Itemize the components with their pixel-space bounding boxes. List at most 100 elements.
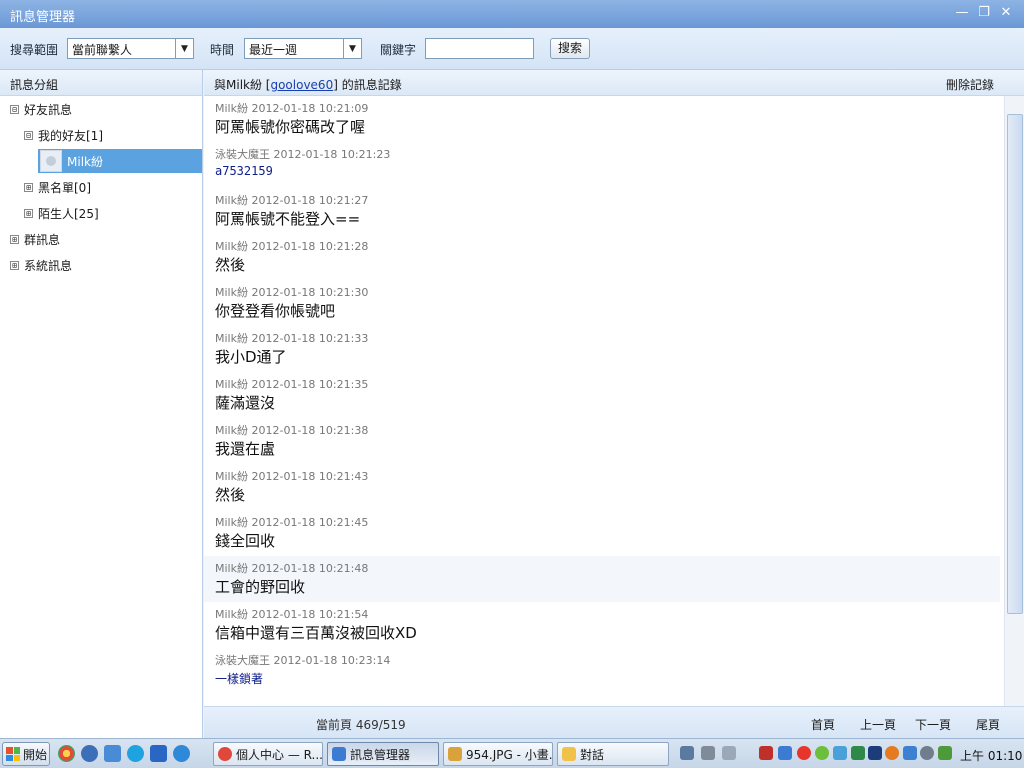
first-page-link[interactable]: 首頁	[811, 716, 835, 733]
message-list: Milk紛 2012-01-18 10:21:09 阿罵帳號你密碼改了喔 泳裝大…	[204, 96, 1004, 706]
window-controls: — ❐ ✕	[954, 5, 1014, 21]
message-meta: Milk紛 2012-01-18 10:21:45	[215, 514, 368, 530]
chrome-icon	[218, 747, 232, 761]
keyword-input[interactable]	[425, 38, 534, 59]
task-label: 對話	[580, 747, 605, 762]
message-time: 2012-01-18 10:21:09	[251, 102, 369, 115]
tray-icon[interactable]	[885, 746, 899, 760]
conversation-title-suffix: ] 的訊息記錄	[333, 78, 402, 92]
message-item: Milk紛 2012-01-18 10:21:27 阿罵帳號不能登入==	[204, 188, 1000, 234]
message-item: Milk紛 2012-01-18 10:21:54 信箱中還有三百萬沒被回收XD	[204, 602, 1000, 648]
message-sender: Milk紛	[215, 470, 248, 483]
message-text: 信箱中還有三百萬沒被回收XD	[215, 624, 417, 642]
expand-icon[interactable]: ⊞	[24, 208, 33, 218]
conversation-title-prefix: 與Milk紛 [	[214, 78, 271, 92]
message-item: Milk紛 2012-01-18 10:21:30 你登登看你帳號吧	[204, 280, 1000, 326]
time-range-select[interactable]: 最近一週 ▼	[244, 38, 362, 59]
tray-icon[interactable]	[815, 746, 829, 760]
minimize-icon[interactable]: —	[954, 5, 970, 21]
tray-icon[interactable]	[851, 746, 865, 760]
media-player-icon[interactable]	[81, 745, 98, 762]
message-time: 2012-01-18 10:23:14	[273, 654, 391, 667]
message-text: 你登登看你帳號吧	[215, 302, 336, 320]
vertical-scrollbar[interactable]	[1004, 96, 1024, 706]
task-message-manager[interactable]: 訊息管理器	[327, 742, 439, 766]
tree-node-group-messages[interactable]: ⊞ 群訊息	[10, 227, 60, 251]
message-item: 泳裝大魔王 2012-01-18 10:21:23 a7532159	[204, 142, 1000, 188]
message-sender: Milk紛	[215, 562, 248, 575]
delete-records-button[interactable]: 刪除記錄	[946, 76, 994, 93]
message-time: 2012-01-18 10:21:54	[251, 608, 369, 621]
tray-icon[interactable]	[759, 746, 773, 760]
prev-page-link[interactable]: 上一頁	[860, 716, 896, 733]
contact-id-link[interactable]: goolove60	[270, 78, 333, 92]
tree-node-my-friends[interactable]: ⊟ 我的好友[1]	[24, 123, 103, 147]
search-button[interactable]: 搜索	[550, 38, 590, 59]
message-meta: Milk紛 2012-01-18 10:21:38	[215, 422, 368, 438]
tray-icon[interactable]	[778, 746, 792, 760]
message-text: a7532159	[215, 164, 273, 178]
message-text: 然後	[215, 256, 246, 274]
chevron-down-icon[interactable]: ▼	[175, 39, 193, 58]
qq-icon[interactable]	[797, 746, 811, 760]
tray-icon[interactable]	[903, 746, 917, 760]
tree-node-contact-selected[interactable]: Milk紛	[38, 149, 202, 173]
maximize-icon[interactable]: ❐	[976, 5, 992, 21]
collapse-icon[interactable]: ⊟	[10, 104, 19, 114]
tray-icon[interactable]	[680, 746, 694, 760]
tree-node-strangers[interactable]: ⊞ 陌生人[25]	[24, 201, 99, 225]
start-button[interactable]: 開始	[2, 742, 50, 766]
window-title: 訊息管理器	[10, 10, 76, 25]
messenger-icon[interactable]	[150, 745, 167, 762]
task-browser[interactable]: 個人中心 — R...	[213, 742, 323, 766]
close-icon[interactable]: ✕	[998, 5, 1014, 21]
tree-node-blacklist[interactable]: ⊞ 黑名單[0]	[24, 175, 91, 199]
next-page-link[interactable]: 下一頁	[915, 716, 951, 733]
app-icon[interactable]	[104, 745, 121, 762]
message-meta: 泳裝大魔王 2012-01-18 10:21:23	[215, 146, 390, 162]
windows-logo-icon	[6, 747, 20, 761]
message-item: Milk紛 2012-01-18 10:21:43 然後	[204, 464, 1000, 510]
message-time: 2012-01-18 10:21:38	[251, 424, 369, 437]
tree-node-label: 黑名單[0]	[38, 180, 91, 195]
message-sender: Milk紛	[215, 516, 248, 529]
message-time: 2012-01-18 10:21:23	[273, 148, 391, 161]
message-sender: Milk紛	[215, 608, 248, 621]
last-page-link[interactable]: 尾頁	[976, 716, 1000, 733]
tray-icon[interactable]	[701, 746, 715, 760]
message-panel: 與Milk紛 [goolove60] 的訊息記錄 刪除記錄 Milk紛 2012…	[204, 70, 1024, 738]
message-time: 2012-01-18 10:21:30	[251, 286, 369, 299]
folder-icon	[562, 747, 576, 761]
clock: 上午 01:10	[960, 749, 1023, 763]
scrollbar-thumb[interactable]	[1007, 114, 1023, 614]
taskbar: 開始 個人中心 — R... 訊息管理器 954.JPG - 小畫... 對話 …	[0, 738, 1024, 768]
message-sender: Milk紛	[215, 194, 248, 207]
default-avatar-icon	[46, 156, 56, 166]
expand-icon[interactable]: ⊞	[24, 182, 33, 192]
tray-icon[interactable]	[920, 746, 934, 760]
task-folder[interactable]: 對話	[557, 742, 669, 766]
tray-icon[interactable]	[833, 746, 847, 760]
expand-icon[interactable]: ⊞	[10, 234, 19, 244]
message-time: 2012-01-18 10:21:48	[251, 562, 369, 575]
chevron-down-icon[interactable]: ▼	[343, 39, 361, 58]
tray-icon[interactable]	[868, 746, 882, 760]
search-scope-value: 當前聯繫人	[72, 43, 133, 57]
message-text: 然後	[215, 486, 246, 504]
chrome-icon[interactable]	[58, 745, 75, 762]
tree-node-friend-messages[interactable]: ⊟ 好友訊息	[10, 97, 72, 121]
tree-node-system-messages[interactable]: ⊞ 系統訊息	[10, 253, 72, 277]
tray-icon[interactable]	[938, 746, 952, 760]
expand-icon[interactable]: ⊞	[10, 260, 19, 270]
task-paint[interactable]: 954.JPG - 小畫...	[443, 742, 553, 766]
message-item: Milk紛 2012-01-18 10:21:35 薩滿還沒	[204, 372, 1000, 418]
sidebar: 訊息分組 ⊟ 好友訊息 ⊟ 我的好友[1] Milk紛 ⊞ 黑名單[0] ⊞ 陌…	[0, 70, 203, 738]
collapse-icon[interactable]: ⊟	[24, 130, 33, 140]
skype-icon[interactable]	[127, 745, 144, 762]
internet-explorer-icon[interactable]	[173, 745, 190, 762]
tray-icon[interactable]	[722, 746, 736, 760]
search-scope-select[interactable]: 當前聯繫人 ▼	[67, 38, 194, 59]
message-meta: Milk紛 2012-01-18 10:21:27	[215, 192, 368, 208]
message-text: 一樣鎖著	[215, 672, 264, 686]
message-panel-header: 與Milk紛 [goolove60] 的訊息記錄 刪除記錄	[204, 70, 1024, 96]
